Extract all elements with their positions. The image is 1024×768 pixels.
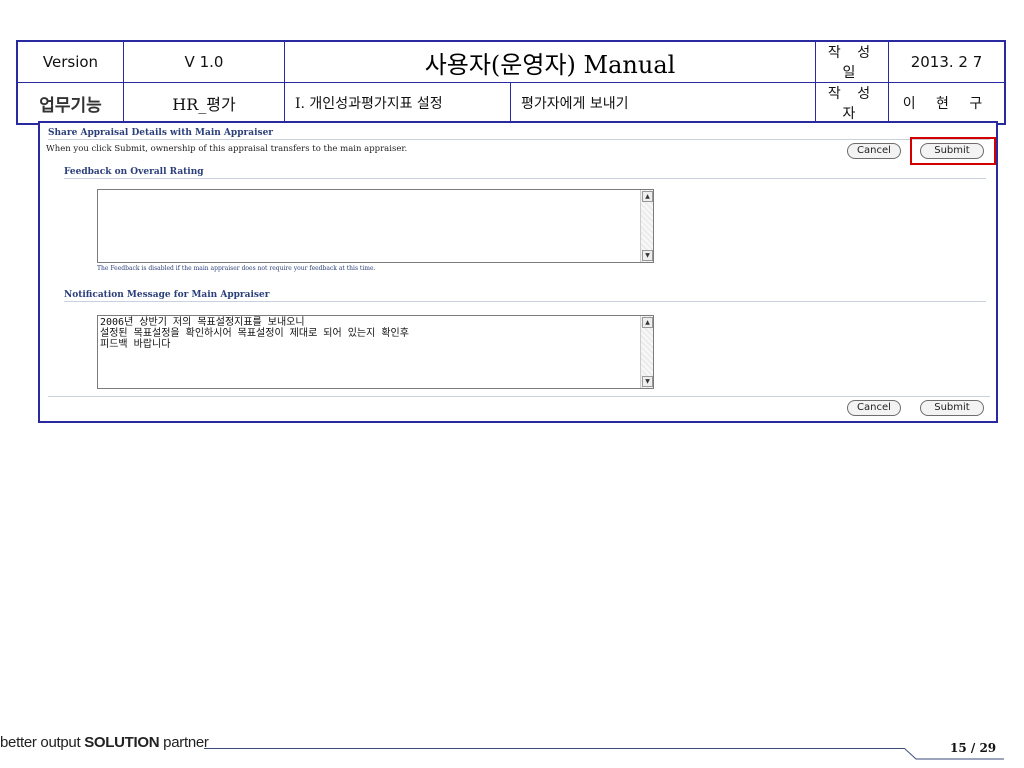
subsection-label: 평가자에게 보내기 bbox=[510, 82, 816, 125]
feedback-textarea[interactable]: ▲ ▼ bbox=[97, 189, 654, 263]
author-value: 이 현 구 bbox=[888, 82, 1006, 125]
date-label: 작 성 일 bbox=[815, 40, 889, 83]
footer-rule bbox=[204, 748, 904, 749]
function-label: 업무기능 bbox=[16, 82, 124, 125]
section-label: Ⅰ. 개인성과평가지표 설정 bbox=[284, 82, 511, 125]
feedback-divider bbox=[64, 178, 986, 179]
cancel-button-bottom[interactable]: Cancel bbox=[847, 400, 901, 416]
cancel-button-top[interactable]: Cancel bbox=[847, 143, 901, 159]
heading-divider bbox=[48, 139, 990, 140]
brand-suffix: partner bbox=[159, 734, 209, 751]
brand-prefix: better output bbox=[0, 734, 85, 751]
bottom-divider bbox=[48, 396, 990, 397]
submit-button-bottom[interactable]: Submit bbox=[920, 400, 984, 416]
notification-divider bbox=[64, 301, 986, 302]
version-value: V 1.0 bbox=[123, 40, 285, 83]
scroll-up-icon[interactable]: ▲ bbox=[642, 191, 653, 202]
brand-bold: SOLUTION bbox=[84, 734, 160, 751]
scroll-down-icon[interactable]: ▼ bbox=[642, 250, 653, 261]
screenshot-panel: Share Appraisal Details with Main Apprai… bbox=[38, 121, 998, 423]
version-label: Version bbox=[16, 40, 124, 83]
instruction-text: When you click Submit, ownership of this… bbox=[46, 144, 408, 154]
notification-text: 2006년 상반기 저의 목표설정지표를 보내오니 설정된 목표설정을 확인하시… bbox=[100, 317, 409, 350]
date-value: 2013. 2 7 bbox=[888, 40, 1006, 83]
scroll-up-icon[interactable]: ▲ bbox=[642, 317, 653, 328]
notification-scrollbar[interactable]: ▲ ▼ bbox=[640, 316, 653, 388]
function-value: HR_평가 bbox=[123, 82, 285, 125]
author-label: 작 성 자 bbox=[815, 82, 889, 125]
feedback-heading: Feedback on Overall Rating bbox=[64, 167, 204, 177]
document-header: Version V 1.0 사용자(운영자) Manual 작 성 일 2013… bbox=[16, 40, 1006, 125]
brand-slogan: better output SOLUTION partner bbox=[0, 734, 209, 751]
scroll-down-icon[interactable]: ▼ bbox=[642, 376, 653, 387]
feedback-scrollbar[interactable]: ▲ ▼ bbox=[640, 190, 653, 262]
feedback-note: The Feedback is disabled if the main app… bbox=[97, 265, 376, 272]
page-heading: Share Appraisal Details with Main Apprai… bbox=[48, 128, 274, 138]
notification-heading: Notification Message for Main Appraiser bbox=[64, 290, 270, 300]
document-title: 사용자(운영자) Manual bbox=[284, 40, 816, 83]
page-number: 15 / 29 bbox=[950, 741, 997, 755]
notification-textarea[interactable]: 2006년 상반기 저의 목표설정지표를 보내오니 설정된 목표설정을 확인하시… bbox=[97, 315, 654, 389]
submit-button-top[interactable]: Submit bbox=[920, 143, 984, 159]
